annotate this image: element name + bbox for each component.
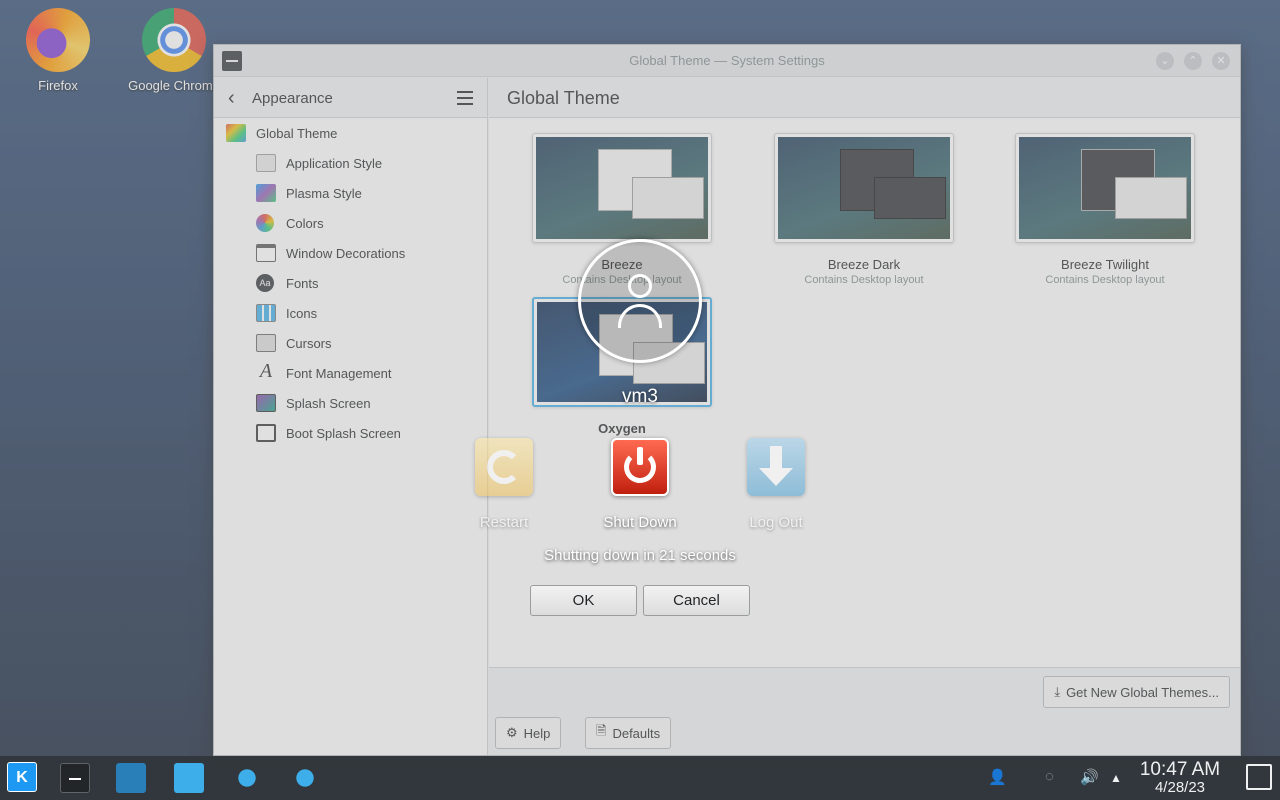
taskbar-folder-icon[interactable] xyxy=(174,763,204,793)
ok-button[interactable]: OK xyxy=(530,585,637,616)
restart-button[interactable]: Restart xyxy=(449,438,559,531)
user-icon[interactable]: 👤 xyxy=(988,768,1007,786)
username: vm3 xyxy=(622,386,658,407)
logout-label: Log Out xyxy=(749,514,803,531)
shutdown-label: Shut Down xyxy=(603,514,677,531)
network-icon[interactable]: ◌ xyxy=(1045,768,1054,785)
power-icon xyxy=(611,438,669,496)
logout-button[interactable]: Log Out xyxy=(721,438,831,531)
taskbar-terminal-icon[interactable] xyxy=(60,763,90,793)
tray-expand-icon[interactable]: ▲ xyxy=(1110,771,1122,785)
taskbar-browser-icon[interactable] xyxy=(232,763,262,793)
taskbar: K 👤 ◌ 🔊 ▲ 10:47 AM 4/28/23 xyxy=(0,756,1280,800)
application-launcher-icon[interactable]: K xyxy=(7,762,37,792)
logout-arrow-icon xyxy=(747,438,805,496)
volume-icon[interactable]: 🔊 xyxy=(1080,768,1099,786)
clock-date: 4/28/23 xyxy=(1154,779,1206,796)
user-icon-body xyxy=(618,304,662,328)
user-avatar xyxy=(578,239,702,363)
clock[interactable]: 10:47 AM 4/28/23 xyxy=(1128,759,1232,796)
cancel-button[interactable]: Cancel xyxy=(643,585,750,616)
restart-label: Restart xyxy=(479,514,529,531)
show-desktop-icon[interactable] xyxy=(1246,764,1272,790)
taskbar-browser-icon[interactable] xyxy=(290,763,320,793)
taskbar-discover-icon[interactable] xyxy=(116,763,146,793)
user-icon-head xyxy=(628,274,652,298)
shutdown-countdown: Shutting down in 21 seconds xyxy=(544,547,736,564)
clock-time: 10:47 AM xyxy=(1139,759,1221,780)
shutdown-button[interactable]: Shut Down xyxy=(585,438,695,531)
restart-icon xyxy=(475,438,533,496)
